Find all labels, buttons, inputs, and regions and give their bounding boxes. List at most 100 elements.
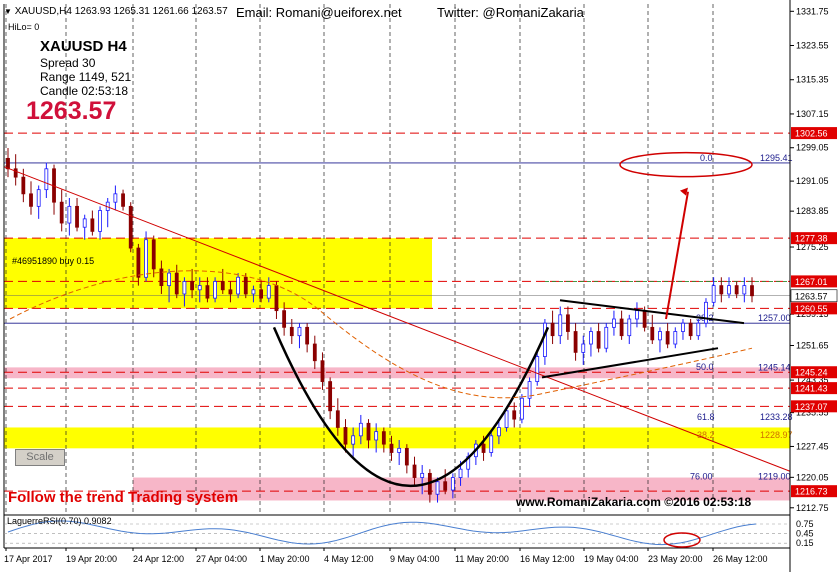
candle-body bbox=[512, 410, 517, 420]
time-tick-label: 26 May 12:00 bbox=[713, 554, 768, 564]
candle-body bbox=[251, 289, 256, 295]
axis-price-box-label: 1260.55 bbox=[795, 304, 828, 314]
candle-body bbox=[573, 331, 578, 353]
candle-body bbox=[75, 205, 79, 228]
level-price-text: 1233.28 bbox=[760, 412, 793, 422]
candle-body bbox=[688, 322, 693, 337]
candle-body bbox=[151, 239, 156, 270]
current-price: 1263.57 bbox=[26, 97, 117, 125]
axis-price-box-label: 1267.01 bbox=[795, 277, 828, 287]
candle-body bbox=[374, 431, 379, 441]
candle-body bbox=[190, 281, 194, 291]
level-price-text: 1245.14 bbox=[758, 363, 791, 373]
buy-order-label: #46951890 buy 0.15 bbox=[12, 256, 95, 266]
fib-label: 61.8 bbox=[697, 412, 715, 422]
candle-body bbox=[389, 443, 394, 453]
candle-body bbox=[67, 205, 72, 224]
candle-body bbox=[167, 272, 171, 287]
hilo-label: HiLo= 0 bbox=[8, 22, 40, 32]
candle-body bbox=[619, 318, 624, 337]
candle-body bbox=[604, 326, 609, 349]
candle-body bbox=[535, 356, 540, 382]
collapse-triangle-icon[interactable]: ▼ bbox=[4, 7, 12, 16]
indicator-tick-label: 0.75 bbox=[796, 519, 814, 529]
scale-button-label: Scale bbox=[26, 451, 54, 463]
candle-body bbox=[366, 422, 371, 441]
candle-body bbox=[658, 331, 662, 341]
candle-body bbox=[228, 289, 233, 295]
price-tick-label: 1331.75 bbox=[796, 6, 829, 16]
axis-price-box-label: 1277.38 bbox=[795, 234, 828, 244]
time-tick-label: 27 Apr 04:00 bbox=[196, 554, 247, 564]
time-tick-label: 4 May 12:00 bbox=[324, 554, 374, 564]
candle-body bbox=[673, 331, 678, 345]
candle-body bbox=[205, 285, 210, 299]
price-tick-label: 1212.75 bbox=[796, 503, 829, 513]
candle-body bbox=[481, 443, 486, 453]
zone-yellow bbox=[4, 238, 432, 309]
candle-body bbox=[596, 331, 601, 349]
candle-body bbox=[635, 310, 639, 320]
candle-body bbox=[696, 322, 701, 337]
candle-body bbox=[581, 343, 586, 353]
candle-body bbox=[312, 343, 317, 362]
candle-body bbox=[420, 472, 425, 478]
time-tick-label: 16 May 12:00 bbox=[520, 554, 575, 564]
candle-body bbox=[719, 285, 724, 295]
time-tick-label: 19 Apr 20:00 bbox=[66, 554, 117, 564]
candle-body bbox=[566, 314, 570, 332]
candle-body bbox=[589, 331, 593, 345]
time-tick-label: 1 May 20:00 bbox=[260, 554, 310, 564]
zone-pink bbox=[4, 367, 790, 379]
info-spread: Spread 30 bbox=[40, 56, 96, 70]
price-tick-label: 1283.85 bbox=[796, 206, 829, 216]
candle-body bbox=[681, 322, 685, 332]
candle-body bbox=[351, 435, 356, 445]
info-range: Range 1149, 521 bbox=[40, 70, 132, 84]
axis-price-box-label: 1241.43 bbox=[795, 384, 828, 394]
candle-body bbox=[450, 477, 455, 491]
candle-body bbox=[6, 157, 10, 170]
price-tick-label: 1291.05 bbox=[796, 176, 829, 186]
candle-body bbox=[220, 281, 225, 291]
candle-body bbox=[642, 310, 647, 328]
indicator-label: LaguerreRSI(0.70) 0.9082 bbox=[7, 516, 112, 526]
website-caption: www.RomaniZakaria.com ©2016 02:53:18 bbox=[516, 495, 752, 509]
time-tick-label: 23 May 20:00 bbox=[648, 554, 703, 564]
candle-body bbox=[297, 326, 302, 337]
level-price-text: 1295.41 bbox=[760, 153, 793, 163]
candle-body bbox=[358, 422, 363, 437]
price-tick-label: 1323.55 bbox=[796, 41, 829, 51]
candle-body bbox=[259, 289, 264, 299]
candle-body bbox=[397, 447, 402, 453]
info-title: XAUUSD H4 bbox=[40, 38, 127, 55]
indicator-tick-label: 0.45 bbox=[796, 529, 814, 539]
fib-label: 76.00 bbox=[690, 472, 713, 482]
candle-body bbox=[274, 285, 279, 312]
price-tick-label: 1307.15 bbox=[796, 109, 829, 119]
candle-body bbox=[197, 285, 202, 291]
candle-body bbox=[136, 247, 141, 278]
scale-button[interactable]: Scale bbox=[15, 449, 65, 466]
level-price-text: 1219.00 bbox=[758, 472, 791, 482]
symbol-line: ▼ XAUUSD,H4 1263.93 1265.31 1261.66 1263… bbox=[4, 6, 228, 17]
candle-body bbox=[496, 427, 501, 437]
candle-body bbox=[519, 397, 524, 420]
candle-body bbox=[711, 285, 716, 303]
candle-body bbox=[282, 310, 287, 328]
candle-body bbox=[543, 322, 547, 357]
time-tick-label: 9 May 04:00 bbox=[390, 554, 440, 564]
indicator-tick-label: 0.15 bbox=[796, 538, 814, 548]
level-price-text: 1228.97 bbox=[760, 430, 793, 440]
candle-body bbox=[82, 218, 87, 228]
candle-body bbox=[243, 276, 248, 295]
candle-body bbox=[90, 218, 95, 232]
candle-body bbox=[404, 447, 409, 466]
candle-body bbox=[159, 268, 164, 287]
axis-price-box-label: 1263.57 bbox=[795, 291, 828, 301]
candle-body bbox=[727, 285, 731, 295]
candle-body bbox=[734, 285, 739, 295]
symbol-ohlc: XAUUSD,H4 1263.93 1265.31 1261.66 1263.5… bbox=[14, 6, 228, 17]
candle-body bbox=[121, 193, 125, 207]
level-price-text: 1257.00 bbox=[758, 313, 791, 323]
